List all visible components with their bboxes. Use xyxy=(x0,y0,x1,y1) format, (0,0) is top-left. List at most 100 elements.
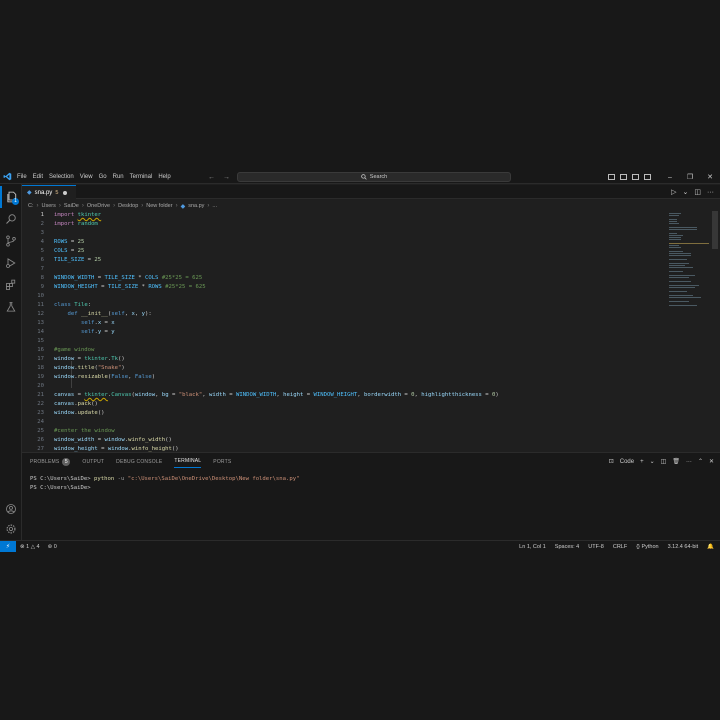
editor-scrollbar[interactable] xyxy=(712,211,718,249)
menu-help[interactable]: Help xyxy=(155,174,173,180)
source-control-button[interactable] xyxy=(0,230,22,252)
maximize-panel-chevron-up-icon[interactable]: ⌃ xyxy=(698,458,703,465)
cursor-position[interactable]: Ln 1, Col 1 xyxy=(519,544,546,550)
language-label: Python xyxy=(641,543,659,550)
minimap-line xyxy=(669,239,681,240)
close-panel-icon[interactable]: ✕ xyxy=(709,458,714,465)
layout-controls xyxy=(608,170,651,184)
toggle-secondary-sidebar-icon[interactable] xyxy=(632,174,639,180)
terminal-kind-label[interactable]: Code xyxy=(620,459,634,465)
line-number: 13 xyxy=(37,320,44,326)
line-number: 10 xyxy=(37,293,44,299)
line-number: 7 xyxy=(40,266,44,272)
terminal-dropdown-chevron-icon[interactable]: ⌄ xyxy=(650,458,655,465)
breadcrumb-item[interactable]: C: xyxy=(28,203,34,209)
breadcrumb: C: › Users › SaiDe › OneDrive › Desktop › New… xyxy=(28,201,217,211)
code-line-text: COLS = 25 xyxy=(54,248,85,254)
notifications-bell-icon[interactable]: 🔔 xyxy=(707,544,714,550)
menu-run[interactable]: Run xyxy=(110,174,127,180)
unsaved-dot-icon[interactable] xyxy=(63,190,68,195)
breadcrumb-item[interactable]: Users xyxy=(42,203,56,209)
terminal-icon: ⊡ xyxy=(608,459,614,465)
tab-ports[interactable]: PORTS xyxy=(213,456,231,467)
run-debug-button[interactable] xyxy=(0,252,22,274)
ports-status[interactable]: ⊛ 0 xyxy=(48,544,57,550)
minimap-line xyxy=(669,305,697,306)
breadcrumb-item[interactable]: sna.py xyxy=(188,203,204,209)
back-arrow-icon[interactable]: ← xyxy=(208,174,215,181)
toggle-primary-sidebar-icon[interactable] xyxy=(608,174,615,180)
menu-file[interactable]: File xyxy=(14,174,30,180)
kill-terminal-trash-icon[interactable]: 🗑 xyxy=(672,458,680,465)
minimap-line xyxy=(669,285,699,286)
close-button[interactable]: ✕ xyxy=(700,173,720,181)
line-number: 19 xyxy=(37,374,44,380)
extensions-icon xyxy=(6,279,16,290)
forward-arrow-icon[interactable]: → xyxy=(223,174,230,181)
split-terminal-icon[interactable]: ◫ xyxy=(661,458,667,465)
menu-terminal[interactable]: Terminal xyxy=(127,174,156,180)
run-debug-icon xyxy=(6,258,16,268)
code-line-text: #center the window xyxy=(54,428,115,434)
line-number: 18 xyxy=(37,365,44,371)
code-line-text: TILE_SIZE = 25 xyxy=(54,257,102,263)
split-editor-icon[interactable]: ◫ xyxy=(694,188,701,196)
manage-button[interactable] xyxy=(0,518,22,540)
breadcrumb-item[interactable]: SaiDe xyxy=(64,203,79,209)
breadcrumb-item[interactable]: ... xyxy=(212,203,217,209)
menu-edit[interactable]: Edit xyxy=(30,174,46,180)
terminal-line: PS C:\Users\SaiDe> xyxy=(30,484,299,493)
language-mode[interactable]: {} Python xyxy=(636,544,658,550)
problems-status[interactable]: ⊗ 1 △ 4 xyxy=(20,544,40,550)
terminal-line: PS C:\Users\SaiDe> python -u "c:\Users\S… xyxy=(30,475,299,484)
ports-count: 0 xyxy=(53,543,57,550)
breadcrumb-item[interactable]: Desktop xyxy=(118,203,138,209)
terminal-output[interactable]: PS C:\Users\SaiDe> python -u "c:\Users\S… xyxy=(30,475,299,493)
menu-selection[interactable]: Selection xyxy=(46,174,77,180)
more-actions-icon[interactable]: ··· xyxy=(707,189,714,196)
menu-view[interactable]: View xyxy=(77,174,96,180)
encoding[interactable]: UTF-8 xyxy=(588,544,604,550)
code-line-text: window = tkinter.Tk() xyxy=(54,356,125,362)
tab-debug-console[interactable]: DEBUG CONSOLE xyxy=(116,456,162,467)
toggle-panel-icon[interactable] xyxy=(620,174,627,180)
line-number: 14 xyxy=(37,329,44,335)
customize-layout-icon[interactable] xyxy=(644,174,651,180)
python-interpreter[interactable]: 3.12.4 64-bit xyxy=(668,544,699,550)
tab-problems[interactable]: PROBLEMS 5 xyxy=(30,456,71,467)
accounts-button[interactable] xyxy=(0,498,22,520)
minimap-line xyxy=(669,291,687,292)
code-editor[interactable]: 1 import tkinter 2 import random 3 4 ROWS = 25… xyxy=(22,211,667,452)
indentation[interactable]: Spaces: 4 xyxy=(555,544,579,550)
command-center-search[interactable]: Search xyxy=(237,172,511,182)
tab-problems-label: PROBLEMS xyxy=(30,458,60,465)
explorer-button[interactable]: 1 xyxy=(0,186,22,208)
breadcrumb-item[interactable]: OneDrive xyxy=(87,203,110,209)
end-of-line[interactable]: CRLF xyxy=(613,544,627,550)
new-terminal-plus-icon[interactable]: + xyxy=(640,459,644,465)
more-actions-icon[interactable]: ··· xyxy=(686,459,692,465)
run-python-file-icon[interactable]: ▷ xyxy=(671,188,676,196)
minimize-button[interactable]: – xyxy=(660,174,680,181)
run-dropdown-chevron-icon[interactable]: ⌄ xyxy=(683,188,689,196)
tab-sna-py[interactable]: ◆ sna.py 5 xyxy=(22,185,76,199)
maximize-button[interactable]: ❐ xyxy=(680,173,700,181)
code-line-text: #game window xyxy=(54,347,95,353)
window-controls: – ❐ ✕ xyxy=(660,170,720,184)
code-line-text: ROWS = 25 xyxy=(54,239,85,245)
minimap-line xyxy=(669,275,695,276)
search-icon xyxy=(6,214,16,224)
testing-button[interactable] xyxy=(0,296,22,318)
remote-indicator-icon[interactable]: ⚡ xyxy=(0,541,16,552)
testing-flask-icon xyxy=(6,302,16,312)
extensions-button[interactable] xyxy=(0,274,22,296)
breadcrumb-item[interactable]: New folder xyxy=(146,203,172,209)
menu-go[interactable]: Go xyxy=(96,174,110,180)
minimap[interactable] xyxy=(669,211,709,321)
search-view-button[interactable] xyxy=(0,208,22,230)
tab-output[interactable]: OUTPUT xyxy=(82,456,104,467)
line-number: 21 xyxy=(37,392,44,398)
search-icon xyxy=(361,174,367,180)
tab-terminal[interactable]: TERMINAL xyxy=(174,456,202,468)
minimap-line xyxy=(669,243,709,244)
